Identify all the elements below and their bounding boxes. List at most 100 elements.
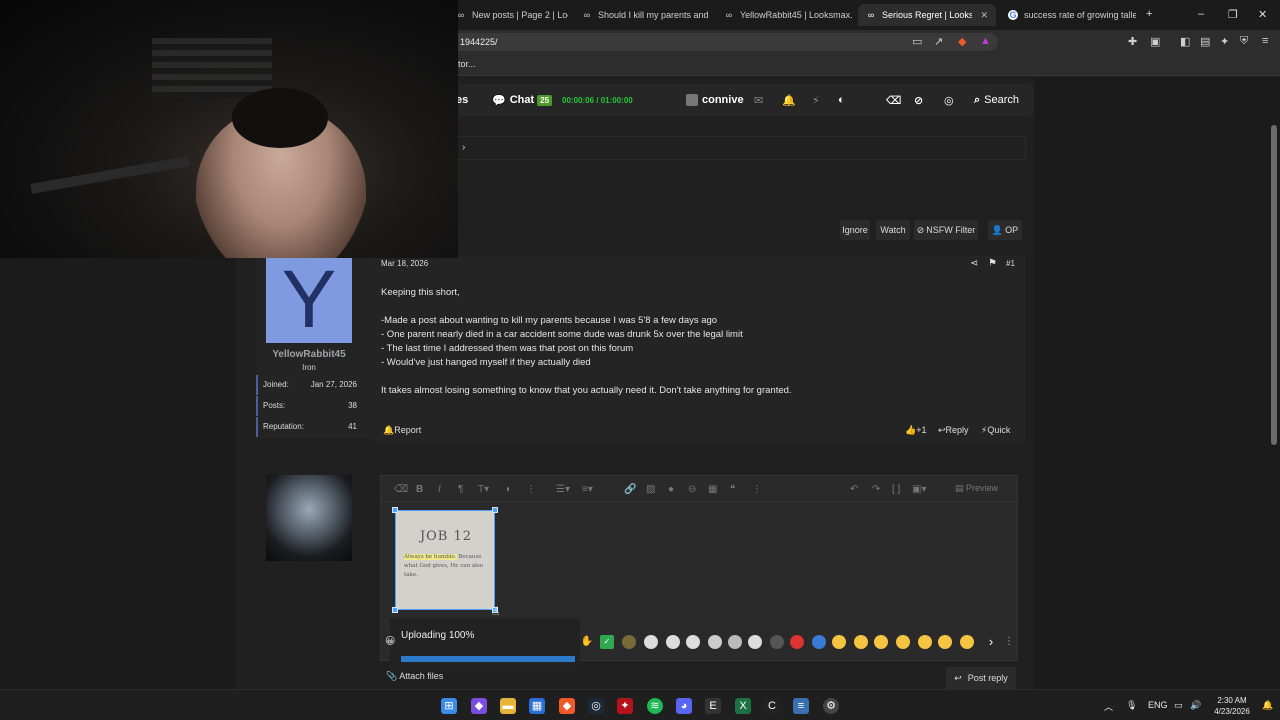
wallet-icon[interactable]: ▤ — [1200, 35, 1210, 48]
preview-button[interactable]: ▤ Preview — [955, 483, 998, 494]
epic-games-icon[interactable]: E — [705, 698, 721, 714]
chevron-right-icon[interactable]: › — [984, 635, 998, 649]
quick-reply-button[interactable]: ⚡Quick — [981, 425, 1010, 436]
reply-button[interactable]: ↩Reply — [938, 425, 969, 436]
excel-icon[interactable]: X — [735, 698, 751, 714]
post-reply-button[interactable]: ↩ Post reply — [946, 667, 1016, 689]
tears-emoji-icon[interactable] — [960, 635, 974, 649]
share-icon[interactable]: ⋖ — [970, 258, 978, 269]
squint-emoji-icon[interactable] — [918, 635, 932, 649]
color-icon[interactable]: ◐ — [506, 484, 512, 495]
italic-icon[interactable]: I — [438, 484, 441, 495]
skull-emoji-icon[interactable] — [748, 635, 762, 649]
search-button[interactable]: ⌕ Search — [974, 84, 1019, 116]
volume-icon[interactable]: 🔊 — [1190, 700, 1201, 711]
skull-emoji-icon[interactable] — [686, 635, 700, 649]
skull-emoji-icon[interactable] — [666, 635, 680, 649]
save-draft-icon[interactable]: ▣▾ — [912, 484, 926, 495]
face-emoji-icon[interactable] — [622, 635, 636, 649]
more-icon[interactable]: ⋮ — [526, 484, 536, 495]
eye-slash-icon[interactable]: ◎ — [944, 84, 954, 116]
notification-icon[interactable]: 🔔 — [1262, 700, 1273, 711]
close-window-icon[interactable]: ✕ — [1258, 8, 1267, 21]
resize-handle[interactable] — [392, 507, 398, 513]
store-icon[interactable]: ▦ — [529, 698, 545, 714]
file-explorer-icon[interactable]: ▬ — [500, 698, 516, 714]
list-icon[interactable]: ☰▾ — [556, 484, 570, 495]
user-block-icon[interactable]: ⊘ — [914, 84, 923, 116]
grin-emoji-icon[interactable] — [874, 635, 888, 649]
bell-icon[interactable]: 🔔 — [782, 84, 796, 116]
font-size-icon[interactable]: T▾ — [478, 484, 489, 495]
more-icon[interactable]: ⋮ — [1002, 635, 1016, 649]
redo-icon[interactable]: ↷ — [872, 484, 880, 495]
share-icon[interactable]: ↗ — [934, 35, 943, 48]
bookmark-icon[interactable]: ⚑ — [988, 258, 997, 269]
new-tab-icon[interactable]: + — [1146, 8, 1152, 20]
bold-icon[interactable]: B — [416, 484, 423, 495]
resize-handle[interactable] — [392, 607, 398, 613]
eraser-icon[interactable]: ⌫ — [886, 84, 902, 116]
language-indicator[interactable]: ENG — [1148, 700, 1168, 710]
tab-groups-icon[interactable]: ▣ — [1150, 35, 1160, 48]
pill-blue-emoji-icon[interactable] — [812, 635, 826, 649]
user-menu[interactable]: connive — [686, 84, 744, 116]
rofl-emoji-icon[interactable] — [938, 635, 952, 649]
attached-image[interactable]: JOB 12 Always be humble. Because what Go… — [395, 510, 495, 610]
gallery-icon[interactable]: ▦ — [708, 484, 717, 495]
bookmark-item[interactable]: tor... — [458, 59, 476, 69]
ignore-button[interactable]: Ignore — [840, 220, 870, 240]
emoji-icon[interactable]: 😀 — [385, 636, 395, 647]
quote-icon[interactable]: ❝ — [730, 484, 735, 495]
chevron-up-icon[interactable]: ︿ — [1104, 700, 1113, 713]
media-icon[interactable]: ● — [668, 484, 674, 495]
resize-handle[interactable] — [492, 507, 498, 513]
maximize-icon[interactable]: ❐ — [1228, 8, 1238, 21]
more-icon[interactable]: ⋮ — [752, 484, 762, 495]
windows-start-icon[interactable]: ⊞ — [441, 698, 457, 714]
align-icon[interactable]: ≡▾ — [582, 484, 593, 495]
smile-emoji-icon[interactable] — [854, 635, 868, 649]
report-button[interactable]: 🔔Report — [383, 425, 421, 436]
lightning-icon[interactable]: ⚡ — [812, 84, 820, 116]
watch-button[interactable]: Watch — [876, 220, 910, 240]
tab-yellowrabbit[interactable]: ∞ YellowRabbit45 | Looksmax.org — [716, 4, 852, 26]
link-icon[interactable]: 🔗 — [624, 484, 636, 495]
username-link[interactable]: YellowRabbit45 — [256, 349, 362, 360]
close-tab-icon[interactable]: ✕ — [980, 10, 988, 21]
post-date[interactable]: Mar 18, 2026 — [381, 259, 428, 268]
scrollbar-thumb[interactable] — [1271, 125, 1277, 445]
chat-link[interactable]: 💬 Chat 25 — [492, 84, 553, 116]
app-red-icon[interactable]: ✦ — [617, 698, 633, 714]
reply-avatar[interactable] — [266, 475, 352, 561]
text-style-icon[interactable]: ¶ — [458, 484, 463, 495]
brave-rewards-icon[interactable]: ▲ — [980, 35, 991, 47]
cast-icon[interactable]: ▭ — [912, 35, 922, 48]
pill-red-emoji-icon[interactable] — [790, 635, 804, 649]
tab-should-i[interactable]: ∞ Should I kill my parents and the — [574, 4, 710, 26]
attach-files-button[interactable]: 📎 Attach files — [386, 671, 443, 682]
smile-emoji-icon[interactable] — [832, 635, 846, 649]
system-clock[interactable]: 2:30 AM 4/23/2026 — [1210, 695, 1254, 717]
extensions-icon[interactable]: ✚ — [1128, 35, 1137, 48]
discord-icon[interactable]: ◕ — [676, 698, 692, 714]
settings-icon[interactable]: ⚙ — [823, 698, 839, 714]
microphone-icon[interactable]: 🎙 — [1126, 700, 1137, 711]
brave-icon[interactable]: ◆ — [559, 698, 575, 714]
minimize-icon[interactable]: – — [1198, 8, 1204, 20]
sidebar-icon[interactable]: ◧ — [1180, 35, 1190, 48]
skull-emoji-icon[interactable] — [708, 635, 722, 649]
laugh-emoji-icon[interactable] — [896, 635, 910, 649]
skull-emoji-icon[interactable] — [644, 635, 658, 649]
brave-shield-icon[interactable]: ◆ — [958, 35, 966, 48]
bbcode-icon[interactable]: [ ] — [892, 484, 900, 495]
network-icon[interactable]: ▭ — [1174, 700, 1183, 711]
spotify-icon[interactable]: ≋ — [647, 698, 663, 714]
checkmark-emoji-icon[interactable]: ✓ — [600, 635, 614, 649]
tab-new-posts[interactable]: ∞ New posts | Page 2 | Looksmax — [448, 4, 568, 26]
menu-icon[interactable]: ≡ — [1262, 35, 1268, 47]
app-c-icon[interactable]: C — [764, 698, 780, 714]
notepad-icon[interactable]: ≡ — [793, 698, 809, 714]
undo-icon[interactable]: ↶ — [850, 484, 858, 495]
tab-success-rate[interactable]: G success rate of growing taller v — [1000, 4, 1136, 26]
